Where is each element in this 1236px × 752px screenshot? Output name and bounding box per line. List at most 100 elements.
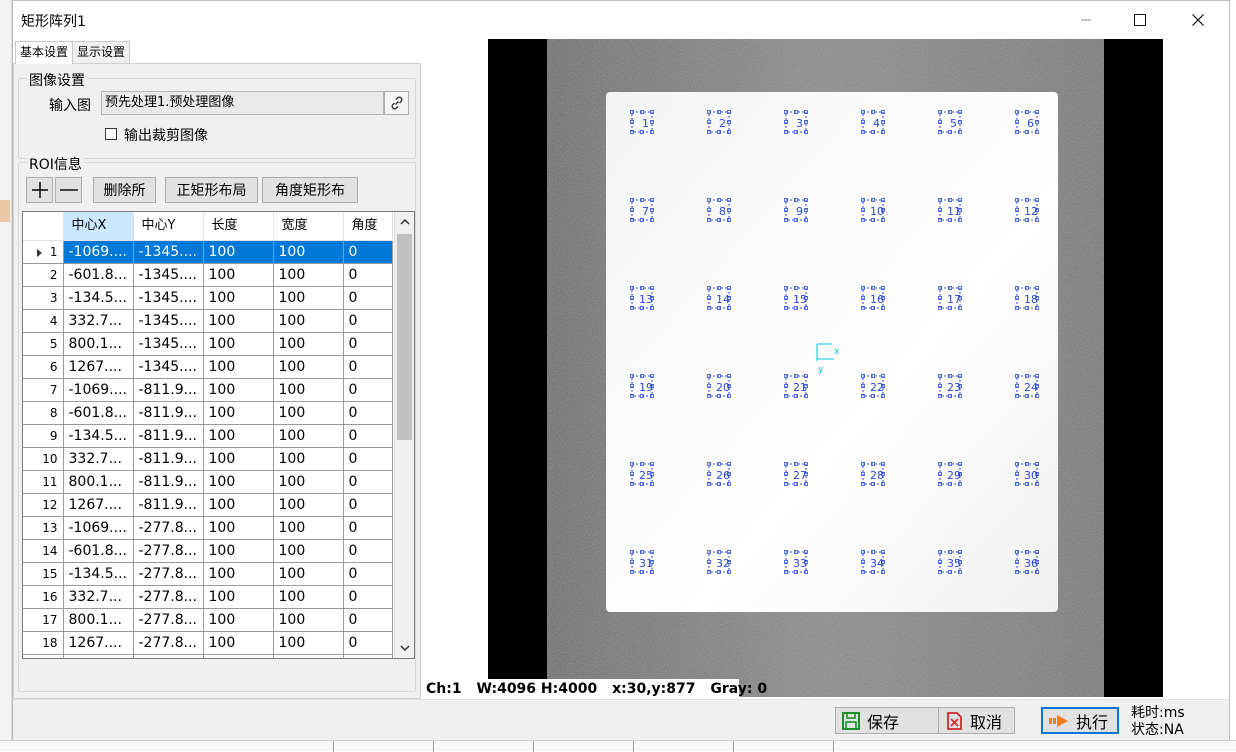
row-header[interactable]: 16 (23, 585, 64, 609)
cell-center-y[interactable]: -811.9... (133, 470, 204, 494)
cell-center-x[interactable]: -601.8... (63, 263, 134, 287)
table-row[interactable]: 13 -1069.... -277.8... 100 100 0 (23, 516, 393, 540)
delete-all-button[interactable]: 删除所 (93, 177, 156, 203)
cell-angle[interactable]: 0 (343, 562, 393, 586)
cell-center-x[interactable]: 332.7... (63, 309, 134, 333)
link-input-button[interactable] (384, 91, 409, 115)
cell-length[interactable]: 100 (203, 470, 274, 494)
row-header[interactable]: 8 (23, 401, 64, 425)
cell-center-x[interactable]: 800.1... (63, 608, 134, 632)
cell-length[interactable]: 100 (203, 562, 274, 586)
cell-center-y[interactable]: -277.8... (133, 562, 204, 586)
cell-center-x[interactable]: 332.7... (63, 447, 134, 471)
row-header[interactable]: 5 (23, 332, 64, 356)
table-row[interactable]: 8 -601.8... -811.9... 100 100 0 (23, 401, 393, 425)
cell-center-y[interactable]: -1345.... (133, 309, 204, 333)
cell-width[interactable]: 100 (273, 401, 344, 425)
row-header[interactable]: 17 (23, 608, 64, 632)
cell-width[interactable]: 100 (273, 378, 344, 402)
cell-length[interactable]: 100 (203, 424, 274, 448)
table-row[interactable]: 14 -601.8... -277.8... 100 100 0 (23, 539, 393, 563)
cell-center-x[interactable]: -134.5... (63, 562, 134, 586)
cell-center-y[interactable]: -811.9... (133, 493, 204, 517)
table-row[interactable]: 11 800.1... -811.9... 100 100 0 (23, 470, 393, 494)
table-row[interactable]: 6 1267.... -1345.... 100 100 0 (23, 355, 393, 379)
cell-center-x[interactable]: -1069.... (63, 240, 134, 264)
cell-width[interactable]: 100 (273, 263, 344, 287)
save-button[interactable]: 保存 (835, 707, 941, 734)
row-header[interactable]: 12 (23, 493, 64, 517)
cell-angle[interactable]: 0 (343, 355, 393, 379)
table-row[interactable]: 15 -134.5... -277.8... 100 100 0 (23, 562, 393, 586)
cell-width[interactable]: 100 (273, 493, 344, 517)
cell-center-y[interactable]: -277.8... (133, 539, 204, 563)
cell-center-y[interactable]: -1345.... (133, 355, 204, 379)
cell-width[interactable]: 100 (273, 424, 344, 448)
remove-roi-button[interactable] (55, 177, 82, 203)
cell-center-y[interactable]: -1345.... (133, 332, 204, 356)
maximize-button[interactable] (1117, 7, 1163, 33)
cell-length[interactable]: 100 (203, 447, 274, 471)
table-row[interactable]: 3 -134.5... -1345.... 100 100 0 (23, 286, 393, 310)
scroll-thumb[interactable] (397, 234, 412, 440)
cell-width[interactable]: 100 (273, 654, 344, 658)
cell-center-x[interactable]: -134.5... (63, 286, 134, 310)
run-button[interactable]: 执行 (1041, 707, 1119, 734)
table-row[interactable]: 18 1267.... -277.8... 100 100 0 (23, 631, 393, 655)
cell-angle[interactable]: 0 (343, 424, 393, 448)
cell-width[interactable]: 100 (273, 470, 344, 494)
cell-length[interactable]: 100 (203, 332, 274, 356)
row-header[interactable]: 11 (23, 470, 64, 494)
cell-center-x[interactable]: -1069.... (63, 654, 134, 658)
cancel-button[interactable]: 取消 (938, 707, 1015, 734)
tab-display-settings[interactable]: 显示设置 (72, 41, 131, 63)
cell-angle[interactable]: 0 (343, 240, 393, 264)
row-header[interactable]: 2 (23, 263, 64, 287)
cell-angle[interactable]: 0 (343, 654, 393, 658)
cell-length[interactable]: 100 (203, 631, 274, 655)
cell-length[interactable]: 100 (203, 493, 274, 517)
cell-angle[interactable]: 0 (343, 263, 393, 287)
row-header[interactable]: 15 (23, 562, 64, 586)
table-row[interactable]: 5 800.1... -1345.... 100 100 0 (23, 332, 393, 356)
cell-angle[interactable]: 0 (343, 585, 393, 609)
table-row[interactable]: 9 -134.5... -811.9... 100 100 0 (23, 424, 393, 448)
table-row[interactable]: 19-1069....256.1...1001000 (23, 654, 393, 658)
close-button[interactable] (1175, 7, 1221, 33)
cell-center-x[interactable]: 1267.... (63, 355, 134, 379)
output-crop-checkbox[interactable] (105, 128, 117, 140)
cell-length[interactable]: 100 (203, 401, 274, 425)
table-row[interactable]: 1 -1069.... -1345.... 100 100 0 (23, 240, 393, 264)
cell-width[interactable]: 100 (273, 539, 344, 563)
row-header[interactable]: 4 (23, 309, 64, 333)
table-row[interactable]: 12 1267.... -811.9... 100 100 0 (23, 493, 393, 517)
cell-length[interactable]: 100 (203, 309, 274, 333)
row-header[interactable]: 19 (23, 654, 64, 658)
cell-width[interactable]: 100 (273, 286, 344, 310)
cell-angle[interactable]: 0 (343, 378, 393, 402)
cell-center-x[interactable]: -134.5... (63, 424, 134, 448)
cell-length[interactable]: 100 (203, 608, 274, 632)
column-header-width[interactable]: 宽度 (273, 212, 344, 241)
minimize-button[interactable] (1063, 7, 1109, 33)
table-row[interactable]: 4 332.7... -1345.... 100 100 0 (23, 309, 393, 333)
cell-center-y[interactable]: -277.8... (133, 608, 204, 632)
grid-vertical-scrollbar[interactable] (394, 212, 414, 658)
row-header[interactable]: 10 (23, 447, 64, 471)
cell-angle[interactable]: 0 (343, 286, 393, 310)
row-header[interactable]: 7 (23, 378, 64, 402)
cell-center-x[interactable]: -1069.... (63, 516, 134, 540)
cell-width[interactable]: 100 (273, 309, 344, 333)
cell-center-y[interactable]: -1345.... (133, 263, 204, 287)
table-row[interactable]: 10 332.7... -811.9... 100 100 0 (23, 447, 393, 471)
row-header[interactable]: 13 (23, 516, 64, 540)
cell-angle[interactable]: 0 (343, 493, 393, 517)
input-image-field[interactable]: 预先处理1.预处理图像 (101, 91, 384, 115)
cell-angle[interactable]: 0 (343, 608, 393, 632)
column-header-center-x[interactable]: 中心X (63, 212, 134, 241)
table-row[interactable]: 17 800.1... -277.8... 100 100 0 (23, 608, 393, 632)
cell-length[interactable]: 100 (203, 539, 274, 563)
table-row[interactable]: 2 -601.8... -1345.... 100 100 0 (23, 263, 393, 287)
cell-width[interactable]: 100 (273, 608, 344, 632)
cell-length[interactable]: 100 (203, 585, 274, 609)
